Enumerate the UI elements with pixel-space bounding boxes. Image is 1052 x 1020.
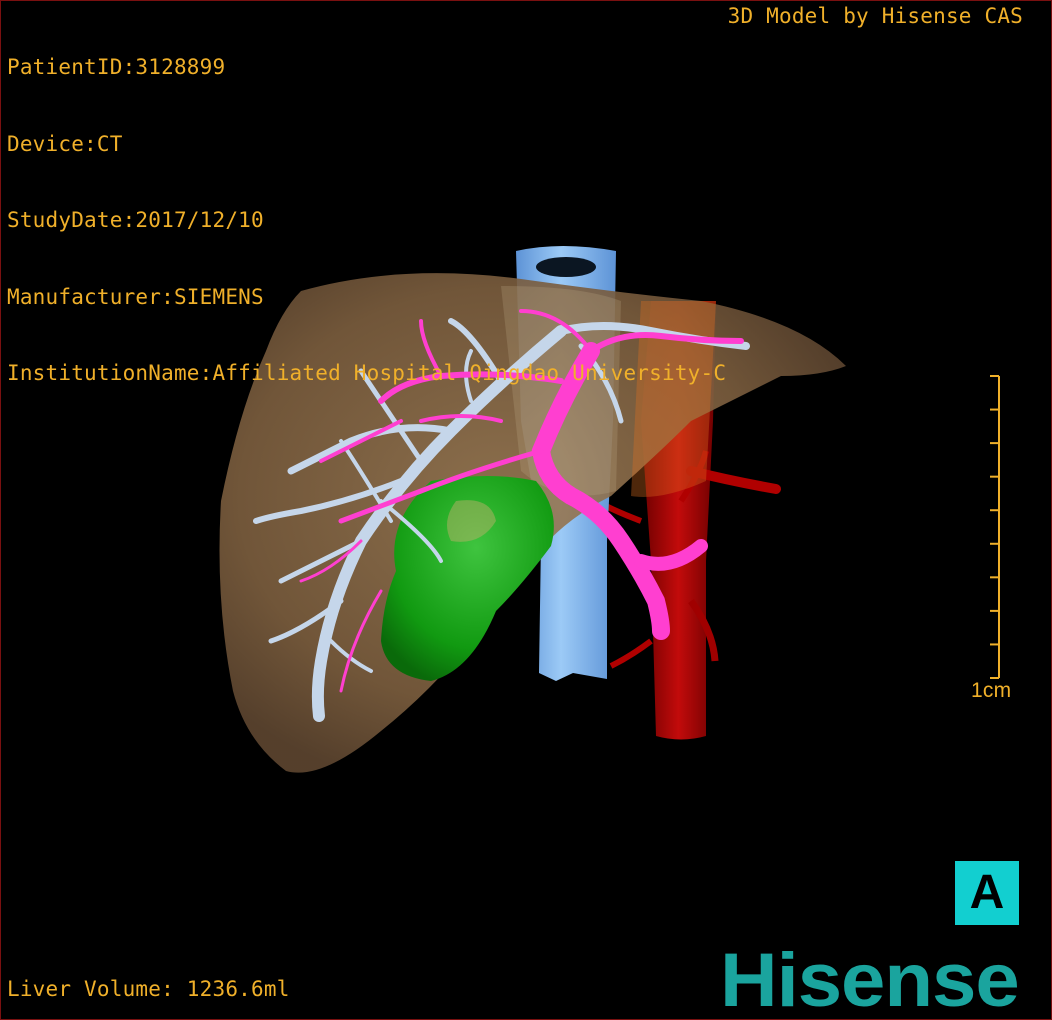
scale-bar-label: 1cm: [971, 679, 1012, 702]
study-date: StudyDate:2017/12/10: [7, 208, 264, 232]
model-credit: 3D Model by Hisense CAS: [727, 4, 1023, 28]
hisense-logo: Hisense: [720, 938, 1020, 1020]
patient-id: PatientID:3128899: [7, 55, 226, 79]
3d-viewport[interactable]: PatientID:3128899 Device:CT StudyDate:20…: [0, 0, 1052, 1020]
device: Device:CT: [7, 131, 123, 156]
orientation-indicator[interactable]: A: [955, 861, 1019, 925]
liver-volume: Liver Volume: 1236.6ml: [7, 977, 290, 1001]
scale-bar: [990, 375, 1000, 679]
patient-info: PatientID:3128899 Device:CT StudyDate:20…: [7, 4, 726, 438]
institution-name: InstitutionName:Affiliated Hospital Qing…: [7, 361, 727, 385]
manufacturer: Manufacturer:SIEMENS: [7, 284, 264, 309]
